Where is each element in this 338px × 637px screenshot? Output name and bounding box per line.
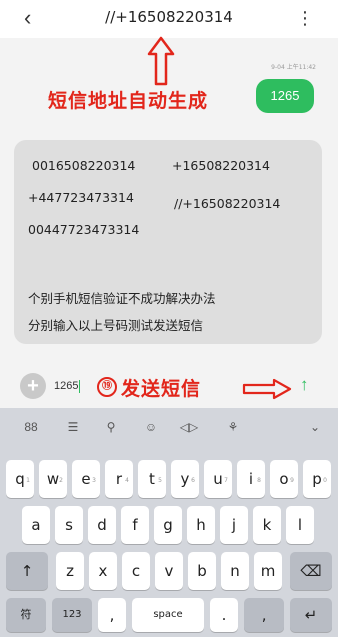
conversation-title: //+16508220314 — [105, 8, 233, 26]
key-v[interactable]: v — [155, 552, 183, 590]
received-message-bubble[interactable]: 0016508220314 +16508220314 +447723473314… — [14, 140, 322, 344]
more-options-icon[interactable]: ⋮ — [296, 6, 314, 30]
key-a[interactable]: a — [22, 506, 50, 544]
keyboard-collapse-icon[interactable]: ⌄ — [304, 418, 326, 436]
keyboard-settings-icon[interactable]: ⚘ — [222, 418, 244, 436]
composer-row: + 1265 ⑲ 发送短信 ↑ — [0, 364, 338, 408]
key-u[interactable]: 7u — [204, 460, 232, 498]
keyboard-clipboard-icon[interactable]: ☰ — [62, 418, 84, 436]
key-j[interactable]: j — [220, 506, 248, 544]
annotation-up-arrow-icon — [147, 36, 175, 86]
symbols-key[interactable]: 符 — [6, 598, 46, 632]
annotation-send-label: 发送短信 — [121, 378, 202, 400]
key-h[interactable]: h — [187, 506, 215, 544]
enter-key[interactable]: ↵ — [290, 598, 332, 632]
annotation-title: 短信地址自动生成 — [48, 90, 209, 112]
annotation-step-badge: ⑲ — [97, 377, 117, 397]
received-number-1: 0016508220314 — [32, 158, 136, 173]
key-e[interactable]: 3e — [72, 460, 100, 498]
keyboard-apps-icon[interactable]: 88 — [20, 418, 42, 436]
key-t[interactable]: 5t — [138, 460, 166, 498]
annotation-right-arrow-icon — [242, 378, 292, 400]
top-bar: ‹ //+16508220314 ⋮ — [0, 0, 338, 38]
shift-key[interactable]: ↑ — [6, 552, 48, 590]
key-m[interactable]: m — [254, 552, 282, 590]
sent-message-bubble[interactable]: 1265 — [256, 79, 314, 113]
numbers-key[interactable]: 123 — [52, 598, 92, 632]
received-number-3: +447723473314 — [28, 190, 134, 205]
add-attachment-icon[interactable]: + — [20, 373, 46, 399]
key-p[interactable]: 0p — [303, 460, 331, 498]
message-timestamp: 9-04 上午11:42 — [271, 64, 316, 71]
key-k[interactable]: k — [253, 506, 281, 544]
key-i[interactable]: 8i — [237, 460, 265, 498]
space-key[interactable]: space — [132, 598, 204, 632]
message-input-value: 1265 — [54, 380, 79, 392]
key-g[interactable]: g — [154, 506, 182, 544]
key-q[interactable]: 1q — [6, 460, 34, 498]
emoji-key[interactable]: ‚ — [244, 598, 284, 632]
key-s[interactable]: s — [55, 506, 83, 544]
key-f[interactable]: f — [121, 506, 149, 544]
key-o[interactable]: 9o — [270, 460, 298, 498]
send-arrow-icon[interactable]: ↑ — [300, 372, 309, 398]
comma-key[interactable]: , — [98, 598, 126, 632]
received-tip-line2: 分别输入以上号码测试发送短信 — [28, 318, 204, 333]
key-d[interactable]: d — [88, 506, 116, 544]
text-caret — [79, 379, 81, 393]
key-n[interactable]: n — [221, 552, 249, 590]
received-number-5: 00447723473314 — [28, 222, 140, 237]
received-number-4: //+16508220314 — [174, 196, 281, 211]
keyboard-toolbar: 88 ☰ ⚲ ☺ ◁▷ ⚘ ⌄ — [0, 408, 338, 446]
key-l[interactable]: l — [286, 506, 314, 544]
key-b[interactable]: b — [188, 552, 216, 590]
key-r[interactable]: 4r — [105, 460, 133, 498]
key-x[interactable]: x — [89, 552, 117, 590]
key-c[interactable]: c — [122, 552, 150, 590]
received-tip-line1: 个别手机短信验证不成功解决办法 — [28, 291, 216, 306]
backspace-key[interactable]: ⌫ — [290, 552, 332, 590]
key-z[interactable]: z — [56, 552, 84, 590]
keyboard-emoji-icon[interactable]: ☺ — [140, 418, 162, 436]
keyboard-search-icon[interactable]: ⚲ — [100, 418, 122, 436]
received-number-2: +16508220314 — [172, 158, 270, 173]
soft-keyboard: 88 ☰ ⚲ ☺ ◁▷ ⚘ ⌄ 1q 2w 3e 4r 5t 6y 7u 8i … — [0, 408, 338, 637]
key-w[interactable]: 2w — [39, 460, 67, 498]
keyboard-cursor-icon[interactable]: ◁▷ — [178, 418, 200, 436]
period-key[interactable]: . — [210, 598, 238, 632]
key-y[interactable]: 6y — [171, 460, 199, 498]
